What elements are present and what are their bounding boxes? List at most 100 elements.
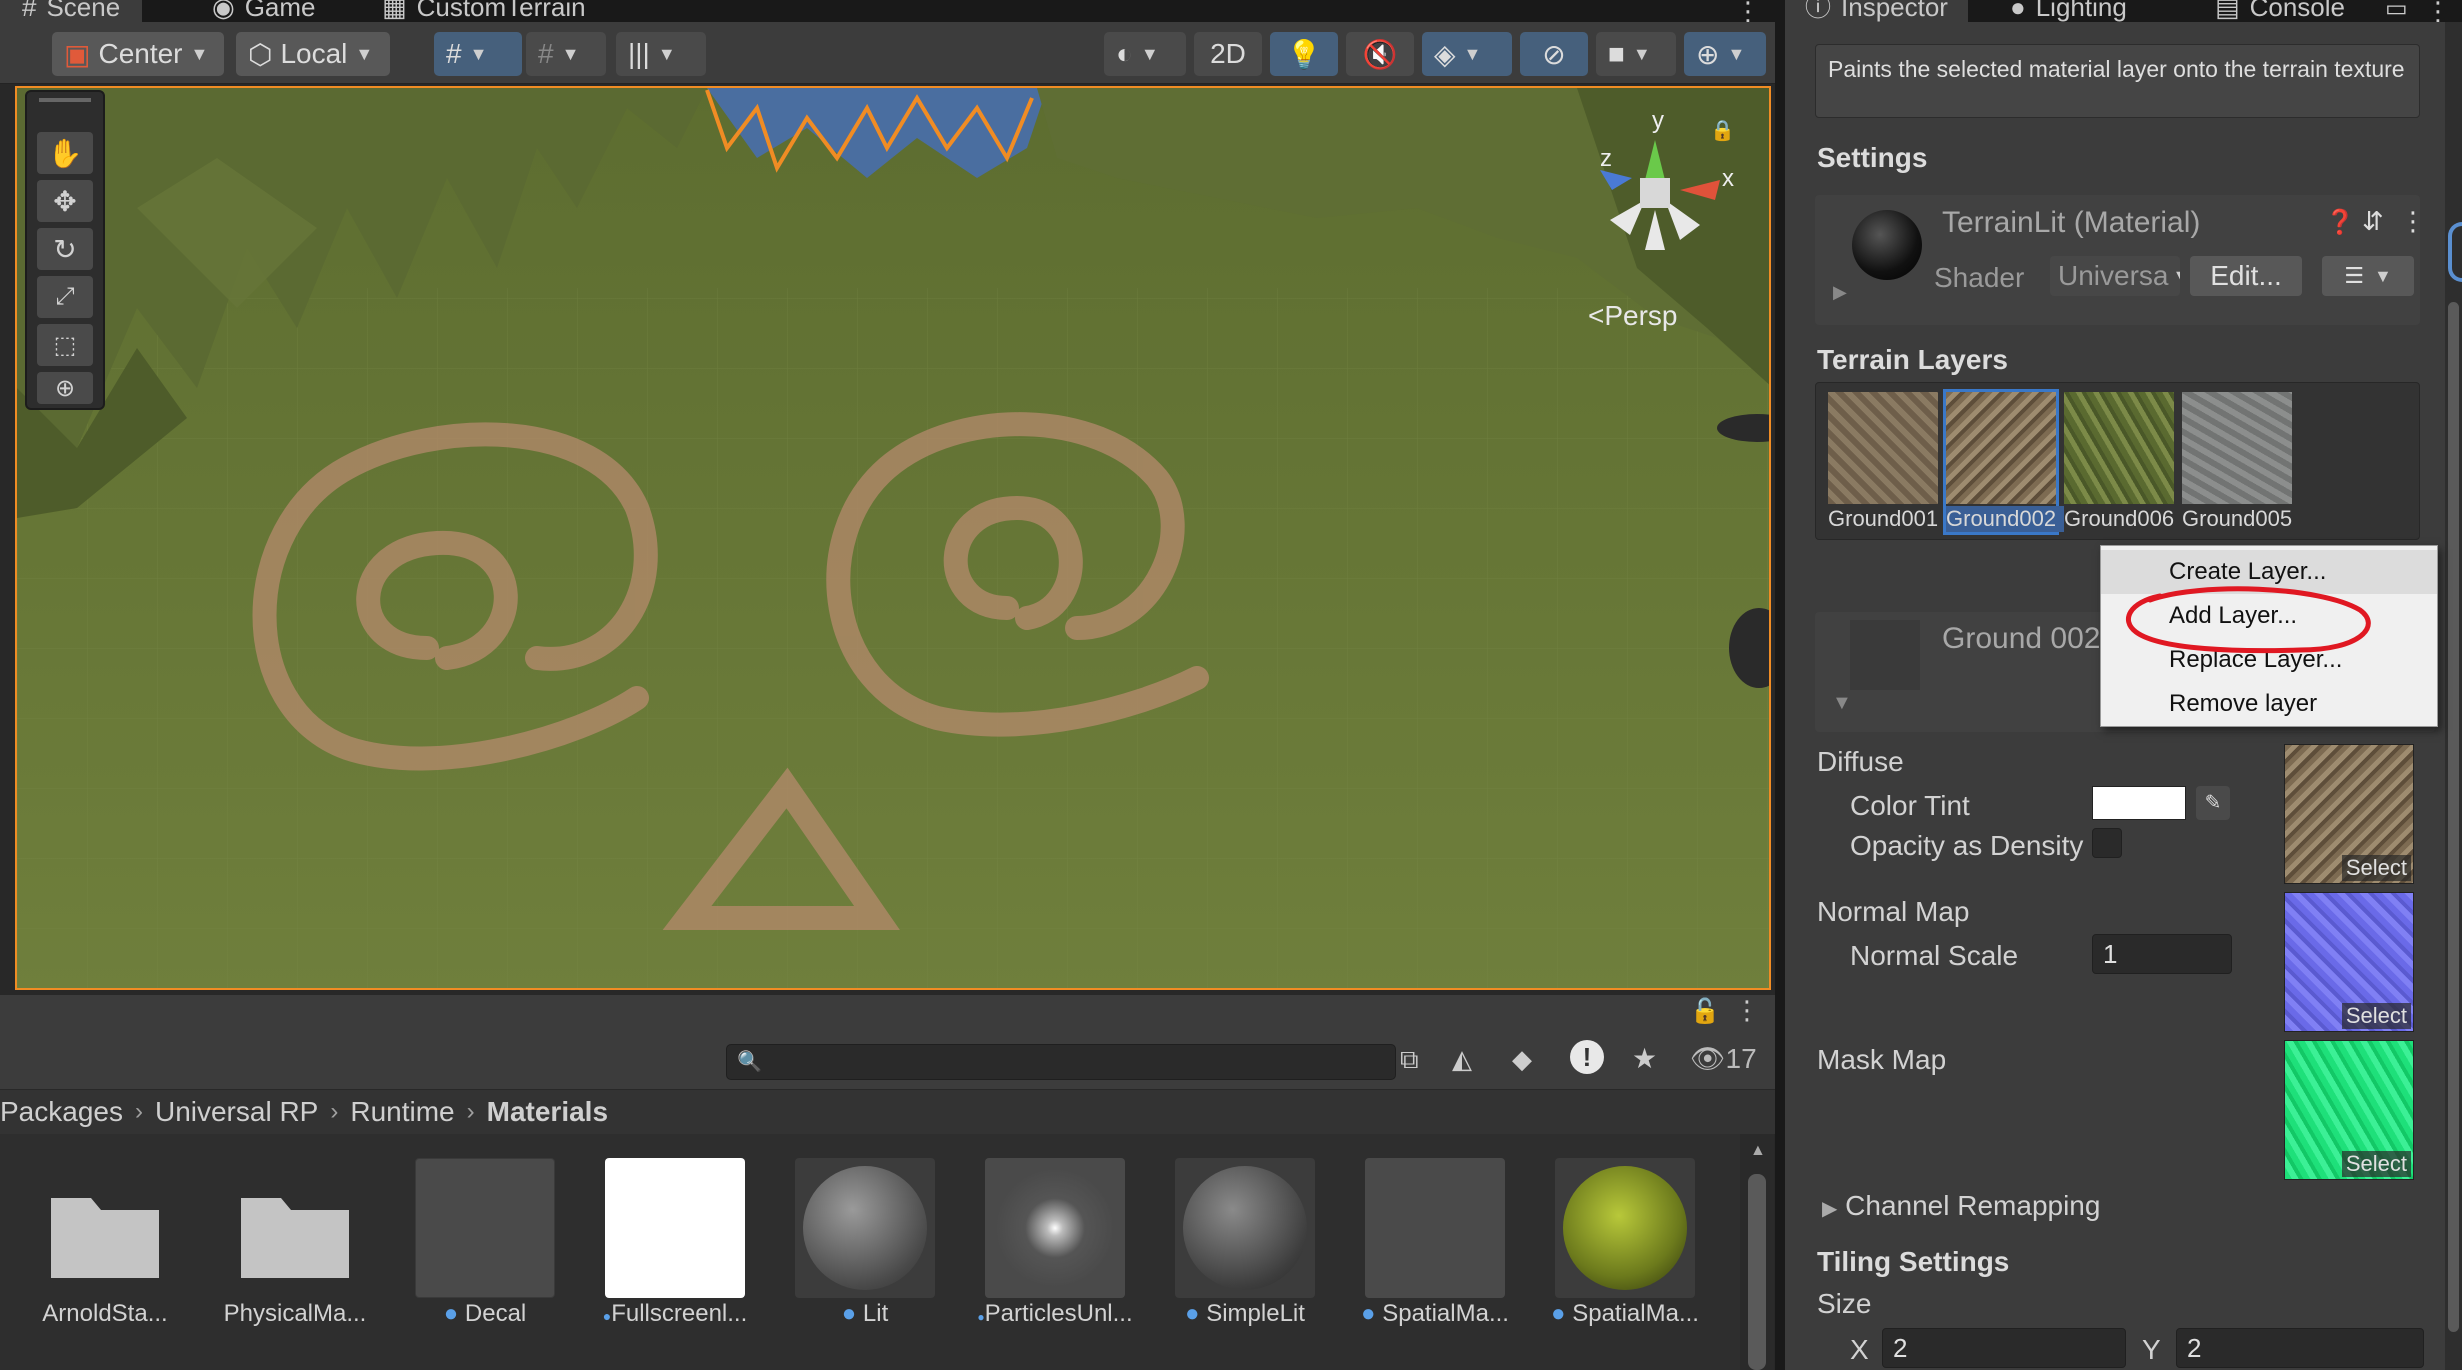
draw-mode-dropdown[interactable]: ◐ ▼ — [1104, 32, 1186, 76]
tab-lighting[interactable]: ● Lighting — [1990, 0, 2147, 22]
color-tint-swatch[interactable] — [2092, 786, 2186, 820]
favorite-star-icon[interactable]: ★ — [1632, 1042, 1657, 1075]
rotate-tool[interactable]: ↻ — [37, 228, 93, 270]
grid-snap-button[interactable]: # ▼ — [434, 32, 522, 76]
move-tool[interactable]: ✥ — [37, 180, 93, 222]
select-diffuse-button[interactable]: Select — [2341, 855, 2411, 881]
visibility-toggle-button[interactable]: ⊘ — [1520, 32, 1588, 76]
normal-map-heading: Normal Map — [1817, 896, 1970, 927]
eye-icon: 👁 — [1690, 1043, 1726, 1074]
asset-item[interactable]: PhysicalMa... — [224, 1158, 366, 1338]
mute-icon: 🔇 — [1362, 38, 1398, 70]
lock-icon[interactable]: 🔓 — [1690, 997, 1720, 1026]
shader-label: Shader — [1934, 262, 2025, 293]
diffuse-texture-slot[interactable]: Select — [2284, 744, 2414, 884]
filter-label-icon[interactable]: ◆ — [1512, 1044, 1532, 1075]
list-icon: ☰ — [2344, 263, 2364, 288]
rect-tool[interactable]: ⬚ — [37, 324, 93, 366]
asset-item[interactable]: ●ParticlesUnl... — [977, 1158, 1133, 1338]
tab-scene[interactable]: # Scene — [0, 0, 143, 22]
grid-snap-icon: # — [446, 38, 462, 69]
mask-map-texture-slot[interactable]: Select — [2284, 1040, 2414, 1180]
asset-item[interactable]: ● SimpleLit — [1175, 1158, 1315, 1338]
breadcrumb-item-runtime[interactable]: Runtime — [350, 1096, 454, 1128]
transform-tool[interactable]: ⊕ — [37, 372, 93, 404]
scrollbar-thumb[interactable] — [2448, 302, 2459, 1332]
pivot-rotation-dropdown[interactable]: ⬡ Local ▼ — [236, 32, 390, 76]
pivot-mode-dropdown[interactable]: ▣ Center ▼ — [52, 32, 224, 76]
project-scrollbar[interactable]: ▲ — [1740, 1134, 1774, 1370]
terrain-layer-item[interactable]: Ground001 — [1828, 392, 1938, 532]
select-normal-button[interactable]: Select — [2341, 1003, 2411, 1029]
snap-increment-button[interactable]: # ▼ — [526, 32, 606, 76]
breadcrumb-item-universal-rp[interactable]: Universal RP — [155, 1096, 318, 1128]
size-x-field[interactable]: 2 — [1882, 1328, 2126, 1368]
shader-options-dropdown[interactable]: ☰ ▼ — [2322, 256, 2414, 296]
gizmo-y-label: y — [1652, 107, 1664, 134]
eyedropper-icon[interactable]: ✎ — [2196, 786, 2230, 820]
chevron-right-icon[interactable]: ▶ — [1833, 282, 1847, 303]
pivot-icon: ▣ — [64, 38, 91, 70]
lighting-toggle-button[interactable]: 💡 — [1270, 32, 1338, 76]
asset-item[interactable]: ● Lit — [795, 1158, 935, 1338]
snap-icon: # — [538, 38, 554, 69]
scroll-up-icon[interactable]: ▲ — [1750, 1142, 1766, 1160]
normal-scale-label: Normal Scale — [1850, 940, 2019, 971]
camera-icon: ■ — [1608, 38, 1625, 69]
menu-item-remove-layer[interactable]: Remove layer — [2101, 682, 2437, 726]
camera-dropdown[interactable]: ■ ▼ — [1596, 32, 1676, 76]
size-y-field[interactable]: 2 — [2176, 1328, 2424, 1368]
scene-tab-bar: # Scene ◉ Game ▦ CustomTerrain ⋮ — [0, 0, 1775, 26]
lock-icon[interactable]: 🔒 — [1710, 118, 1735, 143]
gizmos-dropdown[interactable]: ⊕ ▼ — [1684, 32, 1766, 76]
tab-custom-terrain[interactable]: ▦ CustomTerrain — [360, 0, 608, 22]
more-options-icon[interactable]: ⋮ — [2400, 206, 2426, 237]
chevron-down-icon[interactable]: ▼ — [1832, 692, 1852, 715]
hidden-packages-toggle[interactable]: 👁17 — [1690, 1042, 1757, 1075]
particle-preview — [985, 1158, 1125, 1298]
asset-item[interactable]: ArnoldSta... — [35, 1158, 175, 1338]
tab-game[interactable]: ◉ Game — [190, 0, 338, 22]
normal-scale-field[interactable]: 1 — [2092, 934, 2232, 974]
globe-icon: ⊕ — [1696, 38, 1720, 70]
select-mask-button[interactable]: Select — [2341, 1151, 2411, 1177]
layer-preview — [1850, 620, 1920, 690]
asset-item[interactable]: ●Fullscreenl... — [603, 1158, 747, 1338]
palette-drag-handle[interactable] — [39, 98, 91, 102]
scale-tool[interactable]: ⤢ — [37, 276, 93, 318]
toggle-2d-button[interactable]: 2D — [1194, 32, 1262, 76]
project-search-input[interactable]: 🔍 — [726, 1044, 1396, 1080]
opacity-density-label: Opacity as Density — [1850, 830, 2084, 861]
hand-tool[interactable]: ✋ — [37, 132, 93, 174]
normal-map-texture-slot[interactable]: Select — [2284, 892, 2414, 1032]
increment-snap-button[interactable]: ||| ▼ — [616, 32, 706, 76]
projection-toggle[interactable]: <Persp — [1588, 300, 1678, 332]
warning-filter-icon[interactable]: ! — [1570, 1040, 1604, 1074]
panel-splitter[interactable] — [1775, 0, 1785, 1370]
window-restore-icon[interactable]: ▭ — [2385, 0, 2408, 23]
chevron-down-icon: ▼ — [2172, 266, 2180, 287]
more-options-icon[interactable]: ⋮ — [1734, 995, 1760, 1026]
terrain-layer-item[interactable]: Ground006 — [2064, 392, 2174, 532]
edit-shader-button[interactable]: Edit... — [2190, 256, 2302, 296]
asset-item[interactable]: ● SpatialMa... — [1361, 1158, 1509, 1338]
scene-view-viewport[interactable] — [15, 86, 1771, 990]
opacity-density-checkbox[interactable] — [2092, 828, 2122, 858]
tab-console[interactable]: ▤ Console — [2195, 0, 2365, 22]
channel-remapping-foldout[interactable]: ▶ Channel Remapping — [1822, 1190, 2100, 1222]
breadcrumb-item-packages[interactable]: Packages — [0, 1096, 123, 1128]
asset-item[interactable]: ● Decal — [415, 1158, 555, 1338]
shader-dropdown[interactable]: Universa▼ — [2050, 256, 2180, 296]
asset-item[interactable]: ● SpatialMa... — [1551, 1158, 1699, 1338]
preset-icon[interactable]: ⇵ — [2362, 206, 2384, 237]
terrain-layer-item[interactable]: Ground002 — [1943, 389, 2064, 535]
tab-inspector[interactable]: ⓘ Inspector — [1785, 0, 1968, 22]
effects-dropdown[interactable]: ◈ ▼ — [1422, 32, 1512, 76]
audio-toggle-button[interactable]: 🔇 — [1346, 32, 1414, 76]
help-icon[interactable]: ❓ — [2325, 208, 2355, 237]
filter-type-icon[interactable]: ◭ — [1452, 1044, 1472, 1075]
search-external-icon[interactable]: ⧉ — [1400, 1044, 1436, 1080]
breadcrumb-item-materials[interactable]: Materials — [487, 1096, 608, 1128]
scrollbar-thumb[interactable] — [1748, 1174, 1766, 1370]
terrain-layer-item[interactable]: Ground005 — [2182, 392, 2292, 532]
